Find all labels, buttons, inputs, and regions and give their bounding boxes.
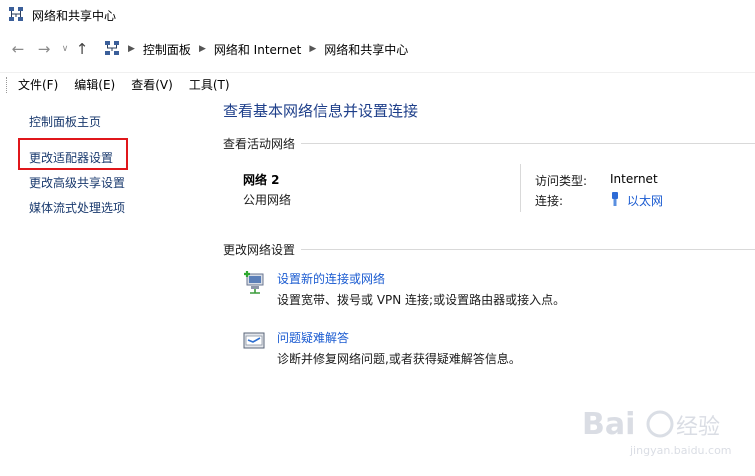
ethernet-plug-icon xyxy=(610,192,620,209)
network-center-icon xyxy=(8,6,24,25)
sidebar-item-change-adapter-settings[interactable]: 更改适配器设置 xyxy=(29,149,113,166)
menu-edit[interactable]: 编辑(E) xyxy=(74,76,115,93)
recent-locations-chevron-icon[interactable]: ∨ xyxy=(58,37,72,61)
task-troubleshoot: 问题疑难解答 诊断并修复网络问题,或者获得疑难解答信息。 xyxy=(242,329,742,369)
svg-text:jingyan.baidu.com: jingyan.baidu.com xyxy=(629,444,732,457)
breadcrumb-separator-icon[interactable]: ▶ xyxy=(128,44,135,54)
address-bar: ← → ∨ ↑ ▶ 控制面板 ▶ 网络和 Internet ▶ 网络和共享中心 xyxy=(0,34,755,64)
section-divider xyxy=(223,143,755,144)
control-panel-network-icon xyxy=(104,40,120,59)
troubleshoot-icon xyxy=(242,329,266,353)
task-new-connection: 设置新的连接或网络 设置宽带、拨号或 VPN 连接;或设置路由器或接入点。 xyxy=(242,270,742,310)
setup-new-connection-link[interactable]: 设置新的连接或网络 xyxy=(277,270,385,287)
breadcrumb-separator-icon[interactable]: ▶ xyxy=(199,44,206,54)
menu-bar: 文件(F) 编辑(E) 查看(V) 工具(T) xyxy=(0,72,755,96)
network-type: 公用网络 xyxy=(243,193,292,207)
menu-view[interactable]: 查看(V) xyxy=(131,76,173,93)
connection-label: 连接: xyxy=(535,194,564,208)
up-arrow-icon[interactable]: ↑ xyxy=(72,37,92,61)
access-type-value: Internet xyxy=(610,172,658,186)
troubleshoot-problems-description: 诊断并修复网络问题,或者获得疑难解答信息。 xyxy=(277,352,521,366)
svg-text:Bai: Bai xyxy=(582,407,635,442)
setup-new-connection-description: 设置宽带、拨号或 VPN 连接;或设置路由器或接入点。 xyxy=(277,293,566,307)
ethernet-connection-link[interactable]: 以太网 xyxy=(610,192,663,209)
menu-tools[interactable]: 工具(T) xyxy=(189,76,230,93)
title-bar: 网络和共享中心 xyxy=(0,0,755,30)
page-title: 查看基本网络信息并设置连接 xyxy=(223,102,419,120)
breadcrumb-network-sharing-center[interactable]: 网络和共享中心 xyxy=(324,41,408,58)
window-title: 网络和共享中心 xyxy=(32,8,117,23)
sidebar: 控制面板主页 更改适配器设置 更改高级共享设置 媒体流式处理选项 xyxy=(0,100,210,476)
svg-text:经验: 经验 xyxy=(676,415,720,440)
sidebar-item-media-streaming-options[interactable]: 媒体流式处理选项 xyxy=(29,199,125,216)
section-divider xyxy=(223,249,755,250)
menu-file[interactable]: 文件(F) xyxy=(18,76,58,93)
change-settings-heading: 更改网络设置 xyxy=(223,241,302,258)
back-arrow-icon[interactable]: ← xyxy=(8,37,28,61)
network-name: 网络 2 xyxy=(243,173,280,187)
forward-arrow-icon[interactable]: → xyxy=(34,37,54,61)
access-type-label: 访问类型: xyxy=(535,174,588,188)
network-info-divider xyxy=(520,164,521,212)
breadcrumb-separator-icon[interactable]: ▶ xyxy=(309,44,316,54)
baidu-jingyan-watermark: Bai 经验 jingyan.baidu.com xyxy=(580,400,750,460)
breadcrumb-network-internet[interactable]: 网络和 Internet xyxy=(214,41,301,58)
troubleshoot-problems-link[interactable]: 问题疑难解答 xyxy=(277,329,349,346)
ethernet-connection-label: 以太网 xyxy=(627,194,664,208)
breadcrumb-control-panel[interactable]: 控制面板 xyxy=(143,41,191,58)
address-box[interactable]: ▶ 控制面板 ▶ 网络和 Internet ▶ 网络和共享中心 xyxy=(100,36,755,62)
active-networks-heading: 查看活动网络 xyxy=(223,135,302,152)
sidebar-item-advanced-sharing-settings[interactable]: 更改高级共享设置 xyxy=(29,174,125,191)
sidebar-item-control-panel-home[interactable]: 控制面板主页 xyxy=(29,113,101,130)
menu-grip xyxy=(6,76,8,93)
new-connection-icon xyxy=(242,270,266,294)
